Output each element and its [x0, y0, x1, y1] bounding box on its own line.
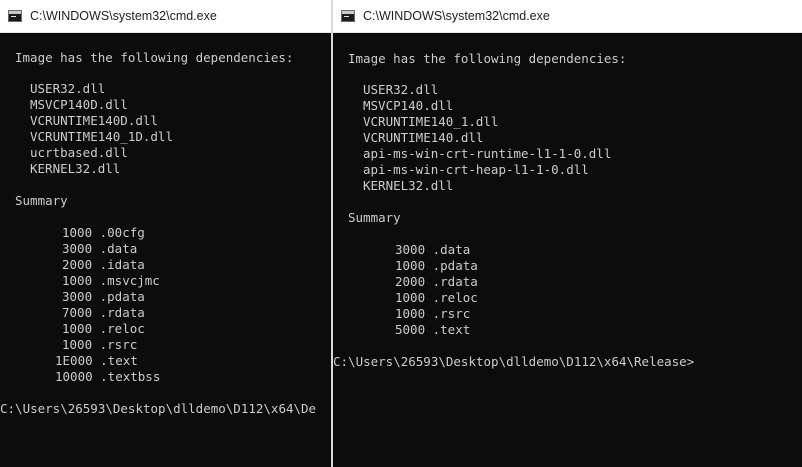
- summary-row: 1000 .rsrc: [395, 306, 471, 321]
- dependency-item: VCRUNTIME140_1.dll: [363, 114, 499, 129]
- dependency-item: USER32.dll: [363, 82, 439, 97]
- dependency-item: VCRUNTIME140D.dll: [30, 113, 158, 128]
- cmd-window-left[interactable]: C:\WINDOWS\system32\cmd.exe Image has th…: [0, 0, 331, 467]
- summary-row: 1000 .rsrc: [62, 337, 138, 352]
- dependencies-header: Image has the following dependencies:: [348, 51, 627, 66]
- console-output[interactable]: Image has the following dependencies: US…: [0, 33, 331, 467]
- summary-row: 5000 .text: [395, 322, 471, 337]
- dependency-item: VCRUNTIME140_1D.dll: [30, 129, 173, 144]
- summary-row: 1000 .00cfg: [62, 225, 145, 240]
- summary-label: Summary: [15, 193, 68, 208]
- summary-row: 1000 .reloc: [62, 321, 145, 336]
- dependency-item: KERNEL32.dll: [363, 178, 454, 193]
- dependency-item: api-ms-win-crt-heap-l1-1-0.dll: [363, 162, 589, 177]
- summary-label: Summary: [348, 210, 401, 225]
- window-title: C:\WINDOWS\system32\cmd.exe: [30, 9, 217, 23]
- dependency-item: api-ms-win-crt-runtime-l1-1-0.dll: [363, 146, 612, 161]
- title-bar[interactable]: C:\WINDOWS\system32\cmd.exe: [0, 0, 331, 33]
- summary-row: 1E000 .text: [55, 353, 138, 368]
- dependency-item: VCRUNTIME140.dll: [363, 130, 484, 145]
- summary-row: 10000 .textbss: [55, 369, 161, 384]
- cmd-window-right[interactable]: C:\WINDOWS\system32\cmd.exe Image has th…: [333, 0, 802, 467]
- dependency-item: USER32.dll: [30, 81, 106, 96]
- command-prompt[interactable]: C:\Users\26593\Desktop\dlldemo\D112\x64\…: [333, 354, 694, 370]
- dependency-item: ucrtbased.dll: [30, 145, 128, 160]
- summary-row: 1000 .reloc: [395, 290, 478, 305]
- dependency-item: MSVCP140D.dll: [30, 97, 128, 112]
- console-output[interactable]: Image has the following dependencies: US…: [333, 33, 802, 467]
- summary-row: 3000 .pdata: [62, 289, 145, 304]
- dependency-item: MSVCP140.dll: [363, 98, 454, 113]
- summary-row: 2000 .rdata: [395, 274, 478, 289]
- summary-row: 7000 .rdata: [62, 305, 145, 320]
- cmd-icon: [341, 10, 355, 22]
- summary-row: 1000 .msvcjmc: [62, 273, 160, 288]
- dependency-item: KERNEL32.dll: [30, 161, 121, 176]
- window-title: C:\WINDOWS\system32\cmd.exe: [363, 9, 550, 23]
- summary-row: 3000 .data: [395, 242, 471, 257]
- summary-row: 2000 .idata: [62, 257, 145, 272]
- command-prompt[interactable]: C:\Users\26593\Desktop\dlldemo\D112\x64\…: [0, 401, 316, 417]
- summary-row: 1000 .pdata: [395, 258, 478, 273]
- cmd-icon: [8, 10, 22, 22]
- title-bar[interactable]: C:\WINDOWS\system32\cmd.exe: [333, 0, 802, 33]
- summary-row: 3000 .data: [62, 241, 138, 256]
- dependencies-header: Image has the following dependencies:: [15, 50, 294, 65]
